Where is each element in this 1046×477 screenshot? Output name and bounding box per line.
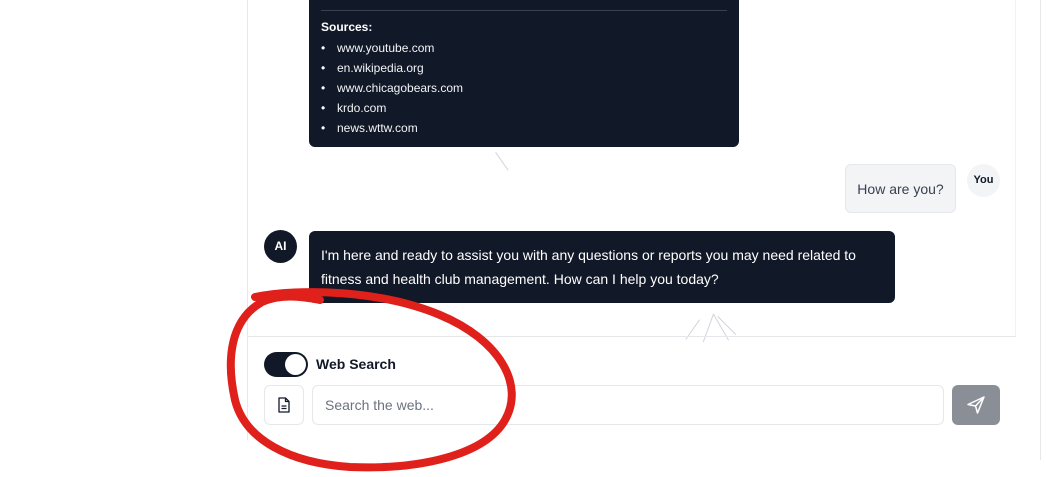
send-button[interactable]	[952, 385, 1000, 425]
source-link[interactable]: www.youtube.com	[321, 38, 463, 58]
source-link[interactable]: en.wikipedia.org	[321, 58, 463, 78]
left-divider	[247, 0, 248, 440]
toggle-knob	[285, 354, 306, 375]
source-link[interactable]: news.wttw.com	[321, 118, 463, 138]
send-icon	[967, 396, 985, 414]
ai-message: I'm here and ready to assist you with an…	[309, 231, 895, 303]
composer-divider	[248, 336, 1016, 337]
ai-avatar: AI	[264, 230, 297, 263]
sources-divider	[321, 10, 727, 11]
sources-title: Sources:	[321, 20, 373, 34]
user-message: How are you?	[845, 164, 956, 213]
background-line	[495, 152, 509, 171]
web-search-label: Web Search	[316, 356, 396, 372]
sources-list: www.youtube.com en.wikipedia.org www.chi…	[321, 38, 463, 138]
attach-file-button[interactable]	[264, 385, 304, 425]
web-search-toggle[interactable]	[264, 352, 308, 377]
background-line	[702, 313, 714, 343]
search-input[interactable]	[312, 385, 944, 425]
ai-message-sources: Sources: www.youtube.com en.wikipedia.or…	[309, 0, 739, 147]
source-link[interactable]: krdo.com	[321, 98, 463, 118]
chat-panel-edge	[1015, 0, 1016, 337]
chat-page: Sources: www.youtube.com en.wikipedia.or…	[0, 0, 1046, 477]
user-avatar: You	[967, 164, 1000, 197]
scrollbar-track[interactable]	[1040, 0, 1041, 460]
file-icon	[278, 397, 290, 413]
source-link[interactable]: www.chicagobears.com	[321, 78, 463, 98]
